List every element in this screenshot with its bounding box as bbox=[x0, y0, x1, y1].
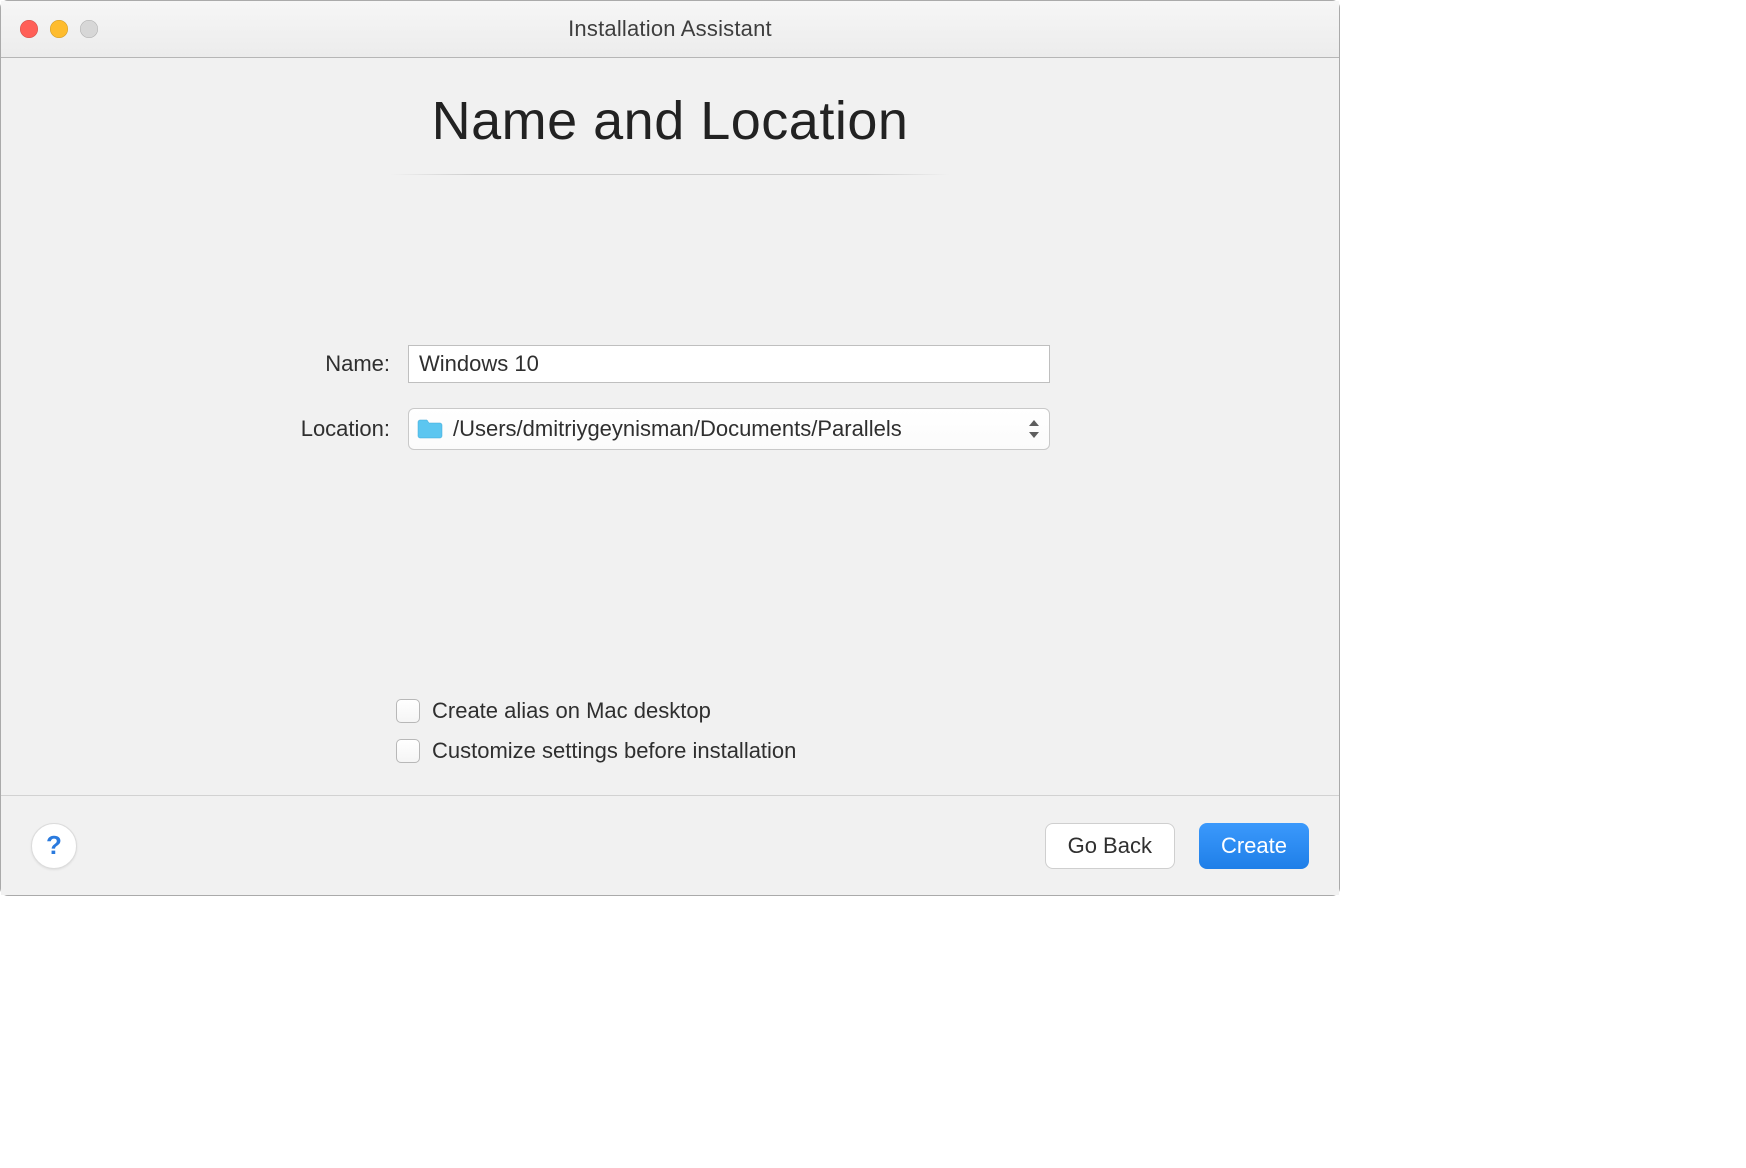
help-icon: ? bbox=[46, 830, 62, 861]
page-heading: Name and Location bbox=[1, 90, 1339, 152]
close-button[interactable] bbox=[20, 20, 38, 38]
footer-buttons: Go Back Create bbox=[1045, 823, 1309, 869]
name-row: Name: bbox=[290, 345, 1050, 383]
options-group: Create alias on Mac desktop Customize se… bbox=[396, 698, 796, 764]
location-label: Location: bbox=[290, 416, 390, 442]
window-title: Installation Assistant bbox=[1, 16, 1339, 42]
alias-option: Create alias on Mac desktop bbox=[396, 698, 796, 724]
minimize-button[interactable] bbox=[50, 20, 68, 38]
location-value: /Users/dmitriygeynisman/Documents/Parall… bbox=[453, 416, 1049, 442]
customize-checkbox[interactable] bbox=[396, 739, 420, 763]
alias-checkbox[interactable] bbox=[396, 699, 420, 723]
traffic-lights bbox=[20, 20, 98, 38]
name-label: Name: bbox=[290, 351, 390, 377]
divider bbox=[390, 174, 950, 175]
form: Name: Location: /Users/dmitriygeynisman/… bbox=[1, 345, 1339, 450]
help-button[interactable]: ? bbox=[31, 823, 77, 869]
name-input[interactable] bbox=[408, 345, 1050, 383]
alias-label: Create alias on Mac desktop bbox=[432, 698, 711, 724]
folder-icon bbox=[417, 419, 443, 439]
maximize-button bbox=[80, 20, 98, 38]
updown-arrows-icon bbox=[1029, 420, 1039, 438]
customize-label: Customize settings before installation bbox=[432, 738, 796, 764]
customize-option: Customize settings before installation bbox=[396, 738, 796, 764]
location-row: Location: /Users/dmitriygeynisman/Docume… bbox=[290, 408, 1050, 450]
footer: ? Go Back Create bbox=[1, 795, 1339, 895]
titlebar: Installation Assistant bbox=[1, 1, 1339, 58]
go-back-button[interactable]: Go Back bbox=[1045, 823, 1175, 869]
create-button[interactable]: Create bbox=[1199, 823, 1309, 869]
location-select[interactable]: /Users/dmitriygeynisman/Documents/Parall… bbox=[408, 408, 1050, 450]
content-pane: Name and Location Name: Location: /Users… bbox=[1, 58, 1339, 797]
